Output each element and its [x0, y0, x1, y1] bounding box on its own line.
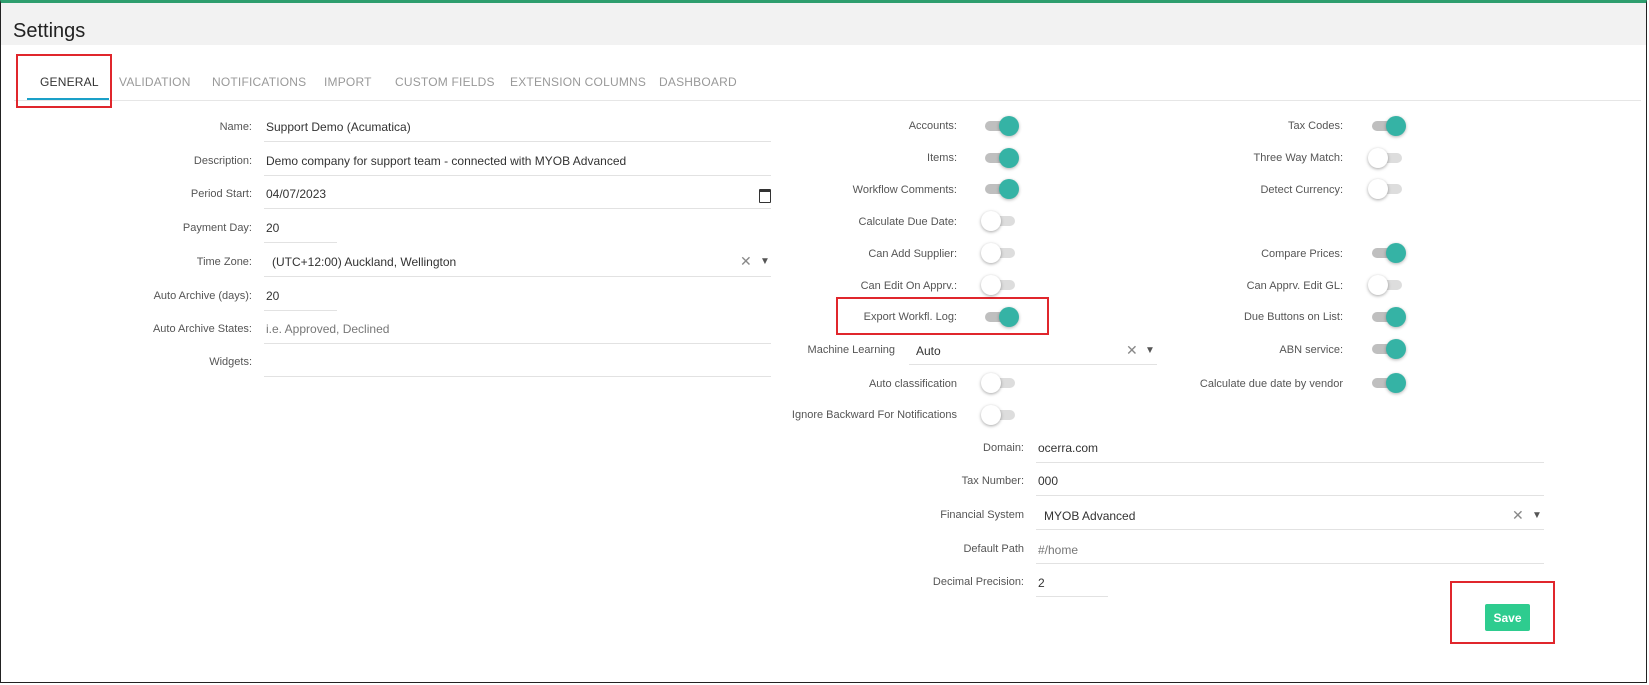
tax-number-field[interactable]: 000	[1036, 467, 1544, 496]
description-field[interactable]: Demo company for support team - connecte…	[264, 147, 771, 176]
time-zone-select[interactable]: (UTC+12:00) Auckland, Wellington ✕ ▼	[264, 248, 771, 277]
auto-classification-label: Auto classification	[868, 378, 957, 390]
tab-notifications[interactable]: NOTIFICATIONS	[212, 75, 306, 89]
period-start-label: Period Start:	[190, 188, 252, 200]
accounts-toggle[interactable]	[985, 116, 1019, 136]
chevron-down-icon[interactable]: ▼	[1532, 510, 1542, 521]
name-field[interactable]: Support Demo (Acumatica)	[264, 113, 771, 142]
machine-learning-value: Auto	[916, 344, 941, 358]
export-workfl-log-label: Export Workfl. Log:	[863, 311, 957, 323]
auto-classification-toggle[interactable]	[981, 373, 1015, 393]
compare-prices-toggle[interactable]	[1372, 243, 1406, 263]
detect-currency-label: Detect Currency:	[1260, 184, 1343, 196]
widgets-label: Widgets:	[209, 356, 252, 368]
abn-service-label: ABN service:	[1279, 344, 1343, 356]
auto-archive-days-label: Auto Archive (days):	[153, 290, 252, 302]
calculate-due-date-by-vendor-label: Calculate due date by vendor	[1199, 378, 1343, 390]
due-buttons-on-list-label: Due Buttons on List:	[1243, 311, 1343, 323]
active-tab-indicator	[27, 98, 109, 100]
financial-system-select[interactable]: MYOB Advanced ✕ ▼	[1036, 501, 1544, 530]
tab-import[interactable]: IMPORT	[324, 75, 372, 89]
can-apprv-edit-gl-toggle[interactable]	[1368, 275, 1402, 295]
chevron-down-icon[interactable]: ▼	[760, 256, 770, 267]
machine-learning-select[interactable]: Auto ✕ ▼	[909, 336, 1157, 365]
payment-day-label: Payment Day:	[182, 222, 252, 234]
decimal-precision-label: Decimal Precision:	[932, 576, 1024, 588]
name-value: Support Demo (Acumatica)	[266, 120, 411, 134]
calculate-due-date-toggle[interactable]	[981, 211, 1015, 231]
compare-prices-label: Compare Prices:	[1261, 248, 1343, 260]
can-edit-on-apprv-label: Can Edit On Apprv.:	[860, 280, 957, 292]
three-way-match-toggle[interactable]	[1368, 148, 1402, 168]
domain-label: Domain:	[983, 442, 1024, 454]
auto-archive-days-field[interactable]: 20	[264, 282, 337, 311]
tab-extension-columns[interactable]: EXTENSION COLUMNS	[510, 75, 646, 89]
default-path-field[interactable]: #/home	[1036, 535, 1544, 564]
description-value: Demo company for support team - connecte…	[266, 154, 627, 168]
three-way-match-label: Three Way Match:	[1253, 152, 1343, 164]
auto-archive-days-value: 20	[266, 289, 280, 303]
tab-general[interactable]: GENERAL	[40, 75, 99, 89]
detect-currency-toggle[interactable]	[1368, 179, 1402, 199]
save-button[interactable]: Save	[1485, 604, 1530, 631]
clear-icon[interactable]: ✕	[740, 253, 752, 270]
items-label: Items:	[927, 152, 957, 164]
period-start-field[interactable]: 04/07/2023	[264, 180, 771, 209]
items-toggle[interactable]	[985, 148, 1019, 168]
clear-icon[interactable]: ✕	[1126, 342, 1138, 359]
calculate-due-date-label: Calculate Due Date:	[858, 216, 957, 228]
financial-system-value: MYOB Advanced	[1044, 509, 1136, 523]
tax-number-label: Tax Number:	[961, 475, 1024, 487]
chevron-down-icon[interactable]: ▼	[1145, 345, 1155, 356]
name-label: Name:	[219, 121, 252, 133]
tax-codes-label: Tax Codes:	[1287, 120, 1343, 132]
calculate-due-date-by-vendor-toggle[interactable]	[1372, 373, 1406, 393]
decimal-precision-value: 2	[1038, 576, 1045, 590]
can-add-supplier-toggle[interactable]	[981, 243, 1015, 263]
abn-service-toggle[interactable]	[1372, 339, 1406, 359]
domain-value: ocerra.com	[1038, 441, 1099, 455]
decimal-precision-field[interactable]: 2	[1036, 568, 1108, 597]
tab-validation[interactable]: VALIDATION	[119, 75, 191, 89]
auto-archive-states-placeholder: i.e. Approved, Declined	[266, 322, 390, 336]
financial-system-label: Financial System	[940, 509, 1024, 521]
can-edit-on-apprv-toggle[interactable]	[981, 275, 1015, 295]
ignore-backward-toggle[interactable]	[981, 405, 1015, 425]
machine-learning-label: Machine Learning	[807, 344, 895, 356]
time-zone-label: Time Zone:	[196, 256, 252, 268]
auto-archive-states-field[interactable]: i.e. Approved, Declined	[264, 315, 771, 344]
due-buttons-on-list-toggle[interactable]	[1372, 307, 1406, 327]
tab-custom-fields[interactable]: CUSTOM FIELDS	[395, 75, 495, 89]
default-path-placeholder: #/home	[1038, 543, 1079, 557]
tax-number-value: 000	[1038, 474, 1059, 488]
period-start-value: 04/07/2023	[266, 187, 327, 201]
tax-codes-toggle[interactable]	[1372, 116, 1406, 136]
export-workfl-log-toggle[interactable]	[985, 307, 1019, 327]
domain-field[interactable]: ocerra.com	[1036, 434, 1544, 463]
calendar-icon[interactable]	[759, 189, 771, 203]
payment-day-value: 20	[266, 221, 280, 235]
page-title: Settings	[13, 20, 86, 42]
ignore-backward-label: Ignore Backward For Notifications	[791, 409, 957, 421]
tab-dashboard[interactable]: DASHBOARD	[659, 75, 737, 89]
description-label: Description:	[193, 155, 252, 167]
time-zone-value: (UTC+12:00) Auckland, Wellington	[272, 255, 457, 269]
payment-day-field[interactable]: 20	[264, 214, 337, 243]
top-bar	[1, 3, 1646, 45]
clear-icon[interactable]: ✕	[1512, 507, 1524, 524]
auto-archive-states-label: Auto Archive States:	[152, 323, 252, 335]
workflow-comments-toggle[interactable]	[985, 179, 1019, 199]
accounts-label: Accounts:	[908, 120, 957, 132]
widgets-field[interactable]	[264, 348, 771, 377]
can-apprv-edit-gl-label: Can Apprv. Edit GL:	[1246, 280, 1343, 292]
workflow-comments-label: Workflow Comments:	[852, 184, 957, 196]
tab-bar: GENERAL VALIDATION NOTIFICATIONS IMPORT …	[14, 55, 1641, 101]
default-path-label: Default Path	[963, 543, 1024, 555]
can-add-supplier-label: Can Add Supplier:	[868, 248, 957, 260]
